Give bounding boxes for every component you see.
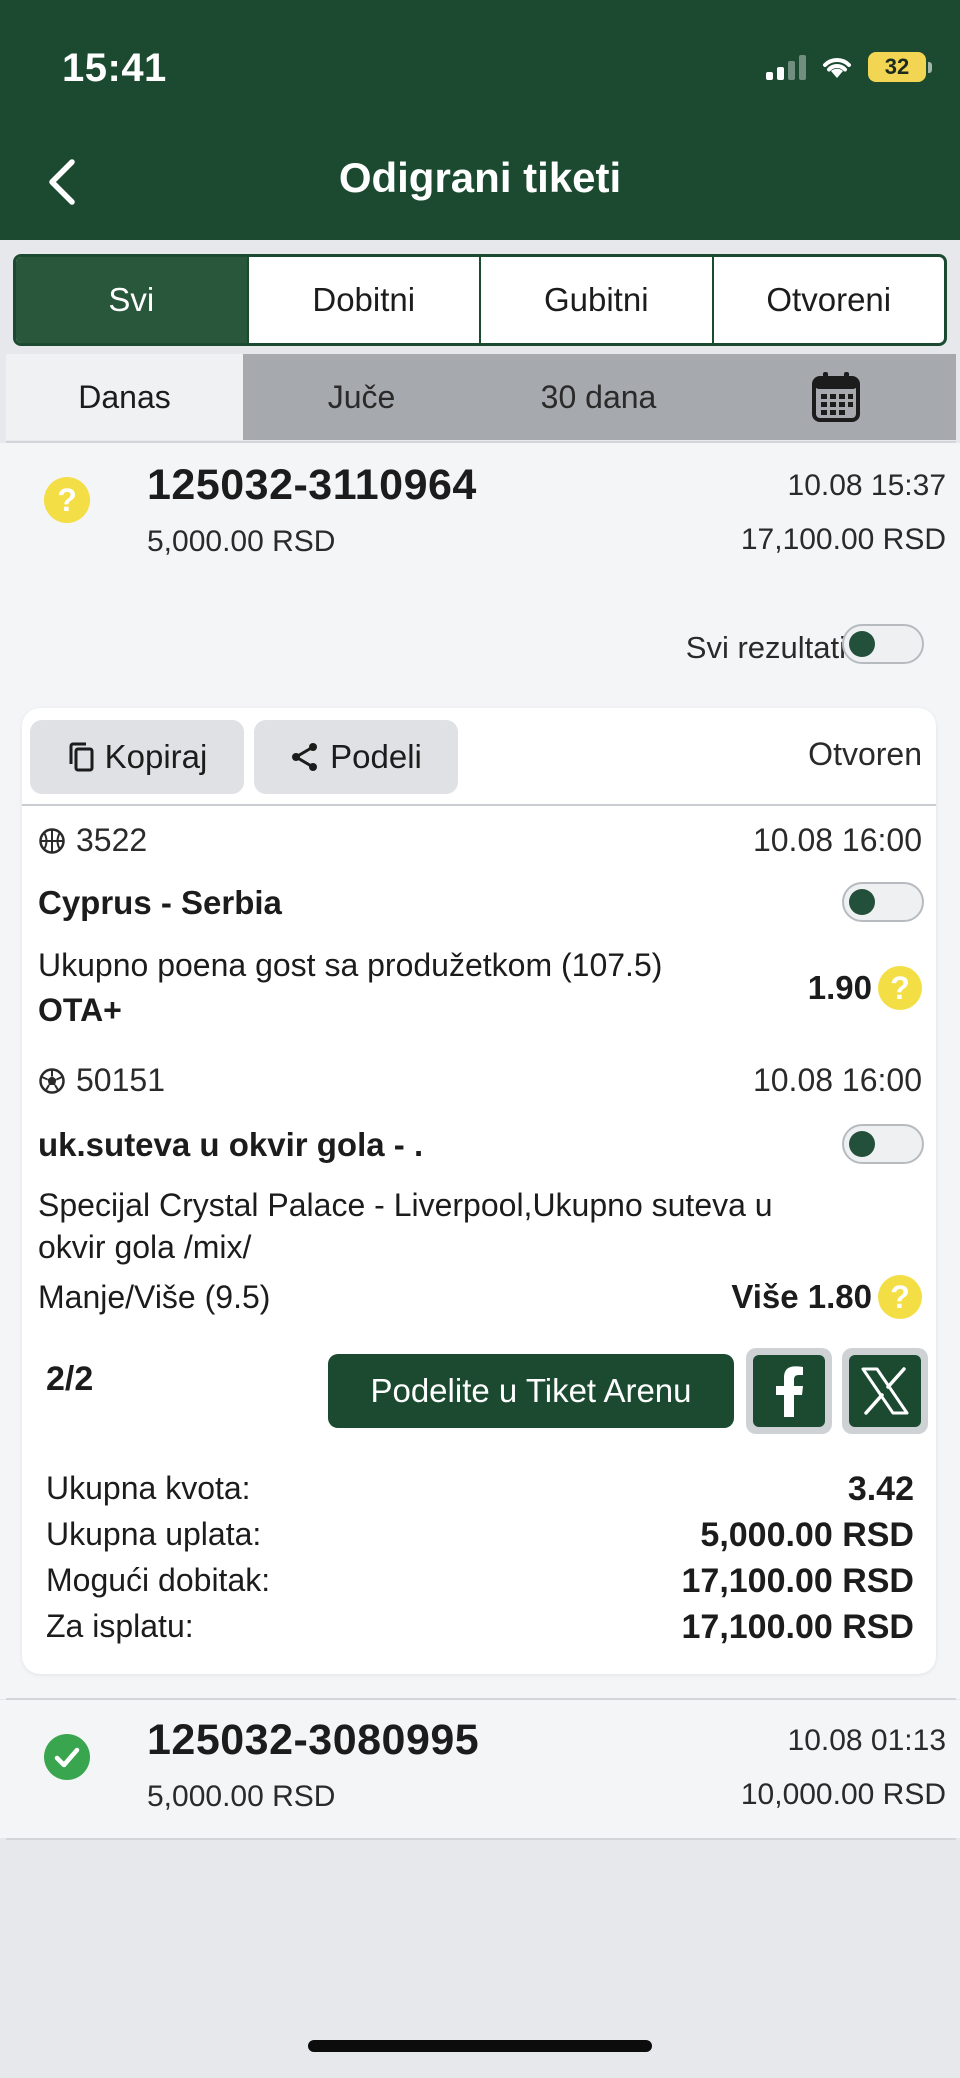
event-code: 3522	[76, 822, 148, 858]
event-header: 50151	[38, 1062, 165, 1099]
calendar-icon	[811, 372, 860, 422]
x-share-button[interactable]	[842, 1348, 928, 1434]
ticket-state: Otvoren	[808, 736, 922, 772]
ticket-stake: 5,000.00 RSD	[147, 525, 336, 558]
market-name-line2: okvir gola /mix/	[38, 1229, 252, 1265]
result-tabs: Svi Dobitni Gubitni Otvoreni	[13, 254, 947, 346]
event-header: 3522	[38, 822, 147, 859]
match-name: uk.suteva u okvir gola - .	[38, 1126, 424, 1163]
event-toggle[interactable]	[842, 1124, 924, 1164]
event-time: 10.08 16:00	[752, 1062, 922, 1098]
possible-win-label: Mogući dobitak:	[46, 1562, 271, 1598]
question-icon: ?	[878, 1275, 922, 1319]
ticket-stake: 5,000.00 RSD	[147, 1780, 336, 1813]
market-type: Manje/Više (9.5)	[38, 1279, 271, 1315]
calendar-button[interactable]	[717, 371, 954, 423]
all-results-toggle[interactable]	[842, 624, 924, 664]
tab-all[interactable]: Svi	[16, 257, 247, 343]
filter-today[interactable]: Danas	[6, 354, 243, 440]
payout-label: Za isplatu:	[46, 1608, 194, 1644]
filter-yesterday[interactable]: Juče	[243, 379, 480, 416]
match-name: Cyprus - Serbia	[38, 884, 282, 921]
wifi-icon	[823, 58, 851, 78]
question-icon: ?	[878, 966, 922, 1010]
app-header: 15:41 32 Odigrani tiketi	[0, 0, 960, 240]
divider	[22, 804, 936, 806]
payout-value: 17,100.00 RSD	[681, 1608, 915, 1646]
facebook-icon	[753, 1355, 825, 1427]
all-results-label: Svi rezultati	[685, 630, 846, 665]
ticket-id: 125032-3110964	[147, 461, 477, 509]
share-icon	[292, 743, 318, 771]
home-indicator	[308, 2040, 652, 2052]
question-icon: ?	[44, 477, 90, 523]
possible-win-value: 17,100.00 RSD	[681, 1562, 915, 1600]
event-code: 50151	[76, 1062, 165, 1098]
filter-group: Juče 30 dana	[243, 354, 956, 440]
total-odds-value: 3.42	[847, 1470, 914, 1508]
ticket-win-amount: 10,000.00 RSD	[740, 1778, 946, 1811]
tab-winning[interactable]: Dobitni	[246, 257, 480, 343]
event-time: 10.08 16:00	[752, 822, 922, 858]
ticket-date: 10.08 01:13	[787, 1724, 946, 1757]
total-stake-value: 5,000.00 RSD	[700, 1516, 914, 1554]
ticket-possible-win: 17,100.00 RSD	[740, 523, 946, 556]
battery-icon: 32	[868, 52, 932, 82]
event-count: 2/2	[46, 1360, 94, 1398]
date-filters: Danas Juče 30 dana	[6, 354, 956, 440]
ticket-detail-card: Kopiraj Podeli Otvoren 3522 10.08 16:00 …	[22, 708, 936, 1674]
share-button[interactable]: Podeli	[254, 720, 458, 794]
tab-open[interactable]: Otvoreni	[711, 257, 945, 343]
status-time: 15:41	[62, 46, 167, 90]
cellular-signal-icon	[766, 54, 806, 80]
basketball-icon	[39, 827, 65, 854]
copy-button[interactable]: Kopiraj	[30, 720, 244, 794]
check-icon	[44, 1734, 90, 1780]
total-stake-label: Ukupna uplata:	[46, 1516, 262, 1552]
odd-value: 1.90	[807, 969, 872, 1006]
copy-icon	[69, 742, 94, 772]
ticket-id: 125032-3080995	[147, 1716, 480, 1764]
event-toggle[interactable]	[842, 882, 924, 922]
facebook-button[interactable]	[746, 1348, 832, 1434]
soccer-ball-icon	[39, 1067, 65, 1094]
tiket-arena-button[interactable]: Podelite u Tiket Arenu	[328, 1354, 734, 1428]
divider	[6, 1838, 956, 1840]
event-odd: Više 1.80 ?	[731, 1275, 922, 1319]
ticket-date: 10.08 15:37	[787, 469, 946, 502]
event-odd: 1.90 ?	[808, 966, 922, 1010]
copy-label: Kopiraj	[104, 738, 208, 775]
total-odds-label: Ukupna kvota:	[46, 1470, 251, 1506]
status-icons: 32	[766, 52, 932, 82]
odd-value: Više 1.80	[731, 1278, 872, 1315]
filter-30-days[interactable]: 30 dana	[480, 379, 717, 416]
pick-name: OTA+	[38, 992, 122, 1028]
ticket-row[interactable]: 125032-3080995 10.08 01:13 5,000.00 RSD …	[0, 1700, 960, 1838]
market-name: Ukupno poena gost sa produžetkom (107.5)	[38, 947, 663, 983]
tab-losing[interactable]: Gubitni	[479, 257, 712, 343]
market-name-line1: Specijal Crystal Palace - Liverpool,Ukup…	[38, 1187, 773, 1223]
share-label: Podeli	[330, 738, 422, 775]
page-title: Odigrani tiketi	[338, 154, 622, 201]
x-logo-icon	[849, 1355, 921, 1427]
